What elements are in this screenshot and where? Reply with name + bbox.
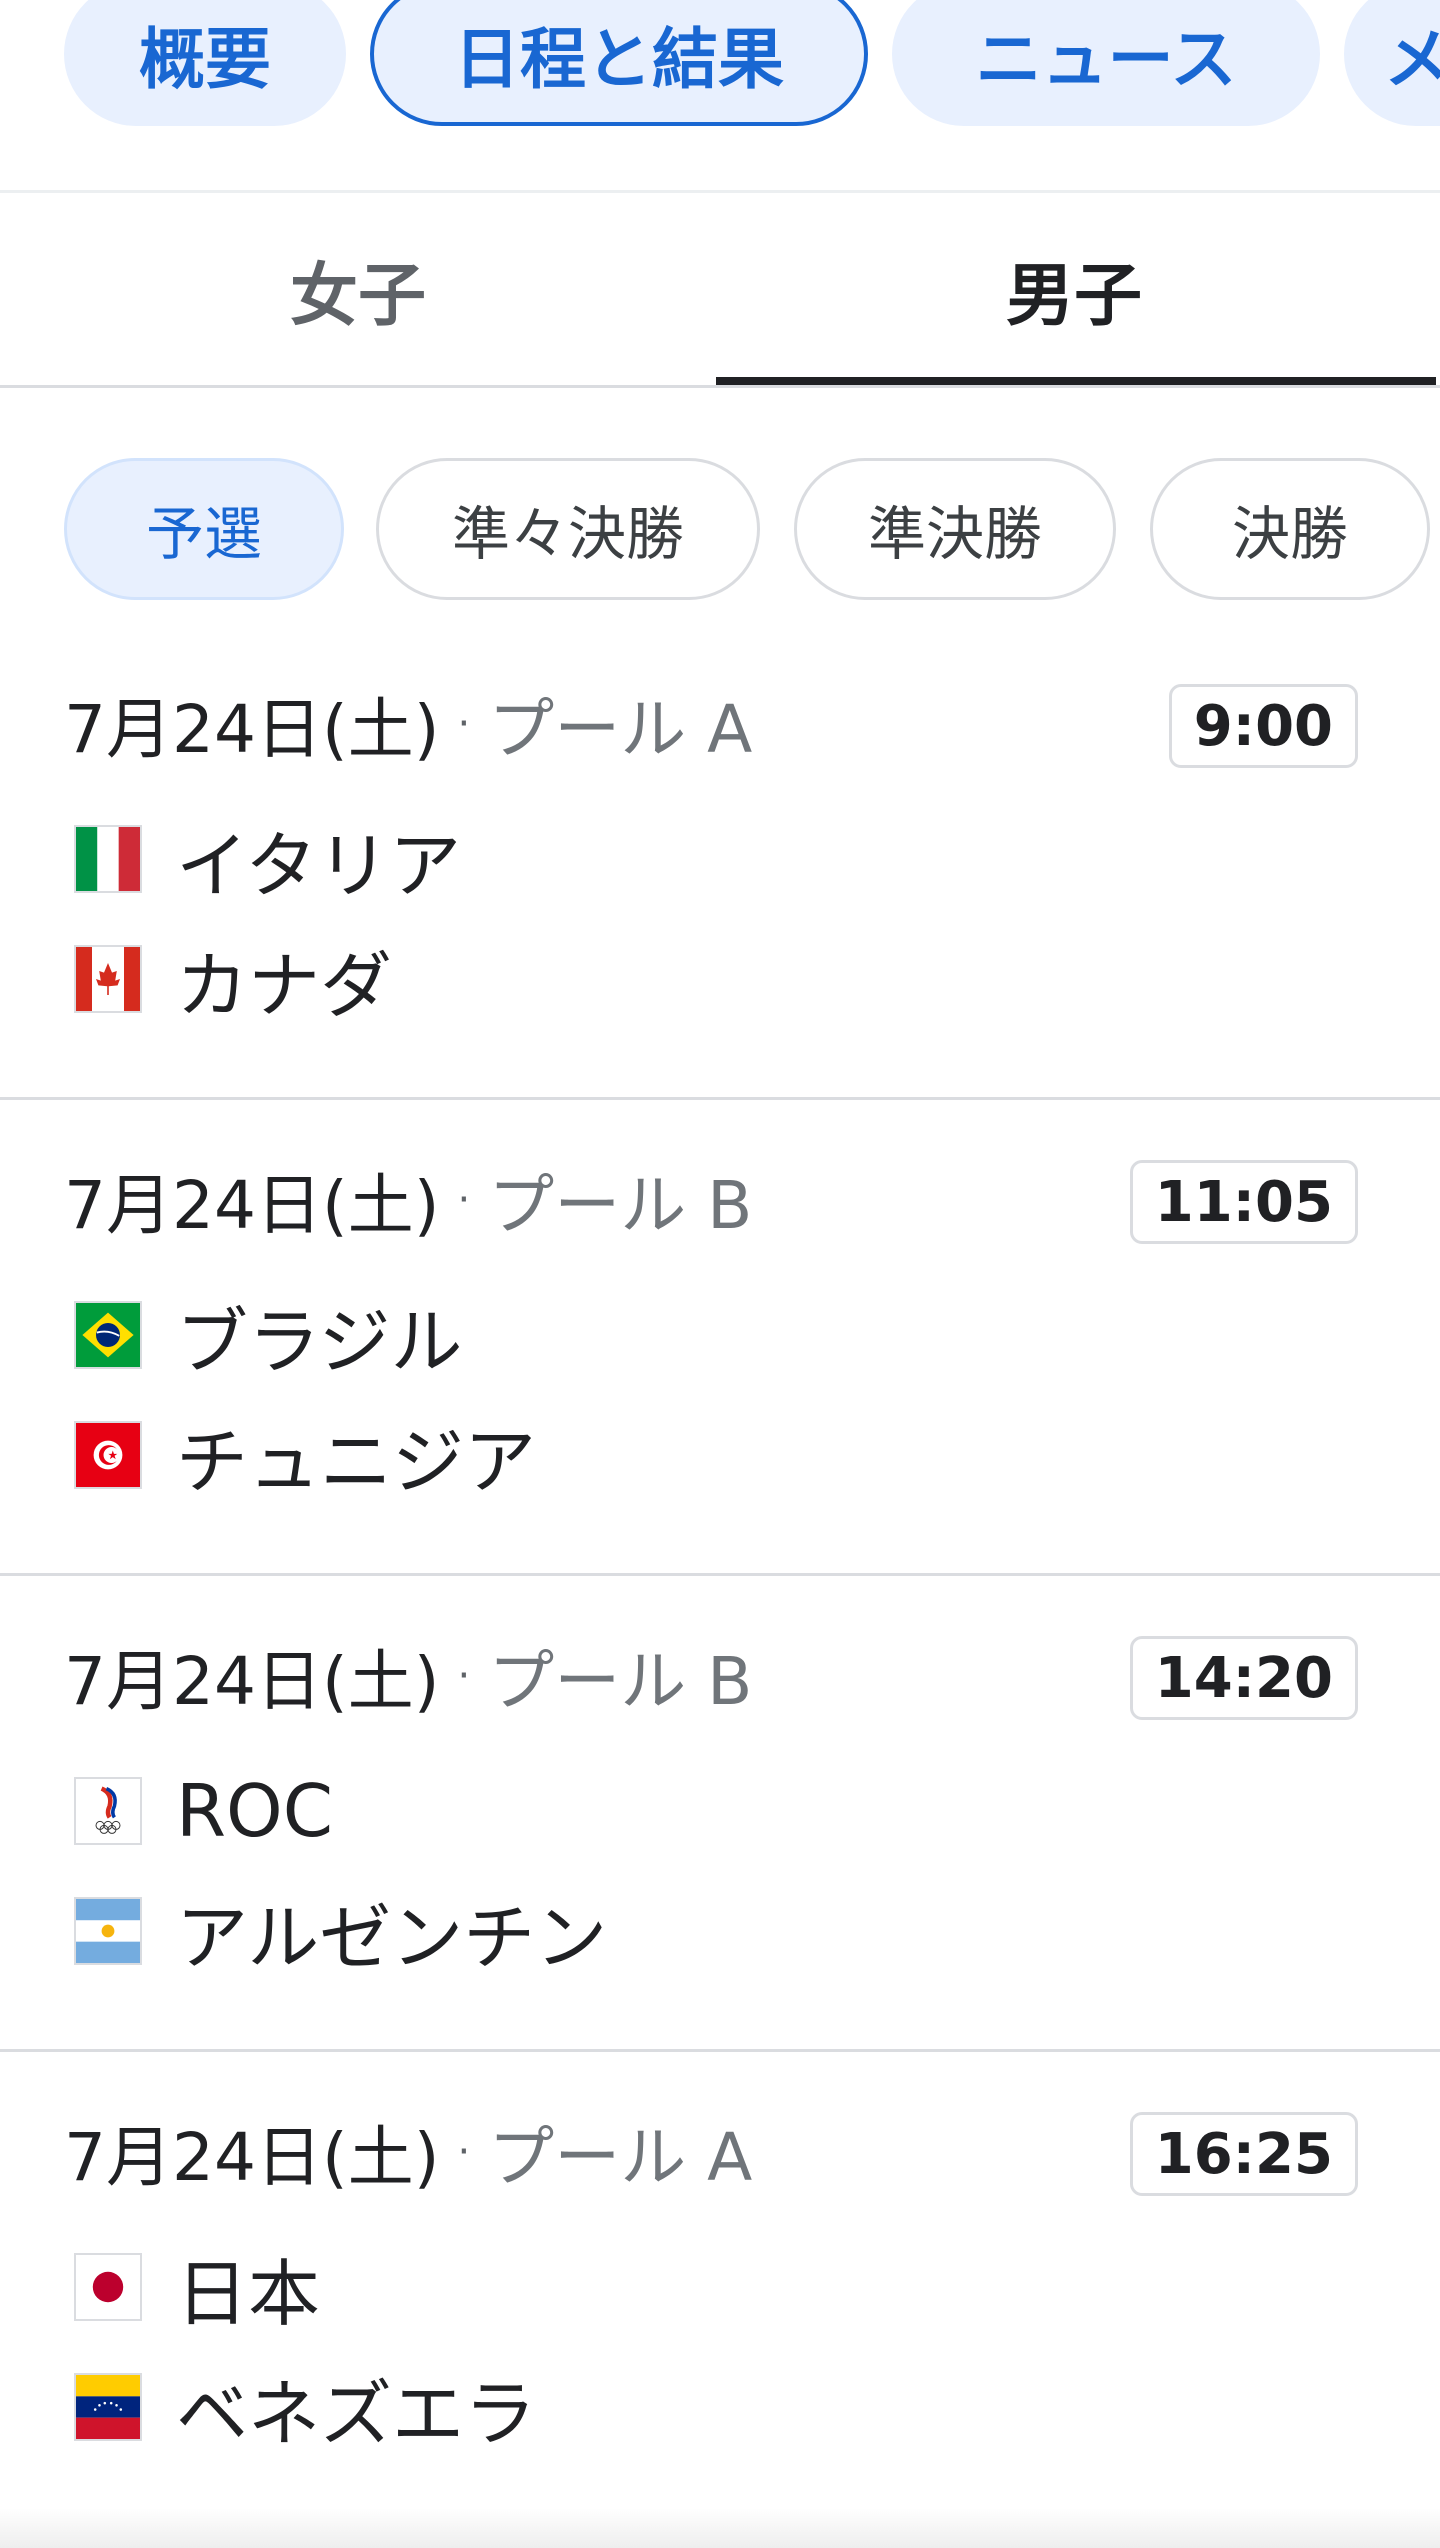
match-card[interactable]: 7月24日(土) · プール B 14:20 ROC アルゼンチン xyxy=(0,1576,1440,2052)
match-card[interactable]: 7月24日(土) · プール A 16:25 日本 ベネズエラ xyxy=(0,2052,1440,2528)
round-chip-final[interactable]: 決勝 xyxy=(1150,458,1430,600)
team-row[interactable]: カナダ xyxy=(74,929,392,1029)
match-header: 7月24日(土) · プール B xyxy=(64,1150,752,1250)
nav-chip-news[interactable]: ニュース xyxy=(892,0,1320,126)
match-date: 7月24日(土) xyxy=(64,1643,440,1720)
match-time-badge: 9:00 xyxy=(1168,684,1358,768)
match-pool: プール B xyxy=(488,1643,753,1720)
match-time-badge: 14:20 xyxy=(1129,1636,1358,1720)
team-name: カナダ xyxy=(176,943,393,1028)
team-name: イタリア xyxy=(176,823,462,908)
team-name: 日本 xyxy=(176,2251,321,2336)
match-separator: · xyxy=(457,701,471,747)
round-chip-preliminary[interactable]: 予選 xyxy=(64,458,344,600)
japan-flag-icon xyxy=(74,2253,142,2321)
active-tab-indicator xyxy=(716,377,1436,385)
brazil-flag-icon xyxy=(74,1301,142,1369)
team-row[interactable]: ROC xyxy=(74,1761,333,1861)
bottom-edge-shadow xyxy=(0,2508,1440,2548)
match-pool: プール A xyxy=(488,2119,753,2196)
team-name: アルゼンチン xyxy=(176,1895,608,1980)
team-row[interactable]: イタリア xyxy=(74,809,461,909)
match-time-badge: 16:25 xyxy=(1129,2112,1358,2196)
match-separator: · xyxy=(457,2129,471,2175)
top-navigation: 概要 日程と結果 ニュース メ xyxy=(0,0,1440,193)
canada-flag-icon xyxy=(74,945,142,1013)
team-name: ブラジル xyxy=(176,1299,463,1384)
nav-chip-schedule-results[interactable]: 日程と結果 xyxy=(370,0,868,126)
match-date: 7月24日(土) xyxy=(64,1167,440,1244)
match-header: 7月24日(土) · プール A xyxy=(64,2102,752,2202)
nav-chip-overview[interactable]: 概要 xyxy=(64,0,346,126)
match-pool: プール B xyxy=(488,1167,753,1244)
match-separator: · xyxy=(457,1653,471,1699)
match-time-badge: 11:05 xyxy=(1129,1160,1358,1244)
team-row[interactable]: ベネズエラ xyxy=(74,2357,536,2457)
team-row[interactable]: 日本 xyxy=(74,2237,320,2337)
argentina-flag-icon xyxy=(74,1897,142,1965)
tab-women[interactable]: 女子 xyxy=(0,193,716,385)
match-separator: · xyxy=(457,1177,471,1223)
italy-flag-icon xyxy=(74,825,142,893)
tunisia-flag-icon xyxy=(74,1421,142,1489)
roc-flag-icon xyxy=(74,1777,142,1845)
team-row[interactable]: アルゼンチン xyxy=(74,1881,607,1981)
team-row[interactable]: ブラジル xyxy=(74,1285,463,1385)
match-date: 7月24日(土) xyxy=(64,2119,440,2196)
match-pool: プール A xyxy=(488,691,753,768)
round-chip-quarterfinal[interactable]: 準々決勝 xyxy=(376,458,760,600)
team-row[interactable]: チュニジア xyxy=(74,1405,536,1505)
gender-tabs: 女子 男子 xyxy=(0,193,1440,388)
match-card[interactable]: 7月24日(土) · プール A 9:00 イタリア カナダ xyxy=(0,624,1440,1100)
match-header: 7月24日(土) · プール A xyxy=(64,674,752,774)
team-name: チュニジア xyxy=(176,1419,537,1504)
venezuela-flag-icon xyxy=(74,2373,142,2441)
match-header: 7月24日(土) · プール B xyxy=(64,1626,752,1726)
tab-men[interactable]: 男子 xyxy=(716,193,1432,385)
nav-chip-medals[interactable]: メ xyxy=(1344,0,1440,126)
team-name: ROC xyxy=(176,1769,333,1853)
team-name: ベネズエラ xyxy=(176,2371,537,2456)
round-chip-semifinal[interactable]: 準決勝 xyxy=(794,458,1116,600)
match-card[interactable]: 7月24日(土) · プール B 11:05 ブラジル チュニジア xyxy=(0,1100,1440,1576)
match-date: 7月24日(土) xyxy=(64,691,440,768)
